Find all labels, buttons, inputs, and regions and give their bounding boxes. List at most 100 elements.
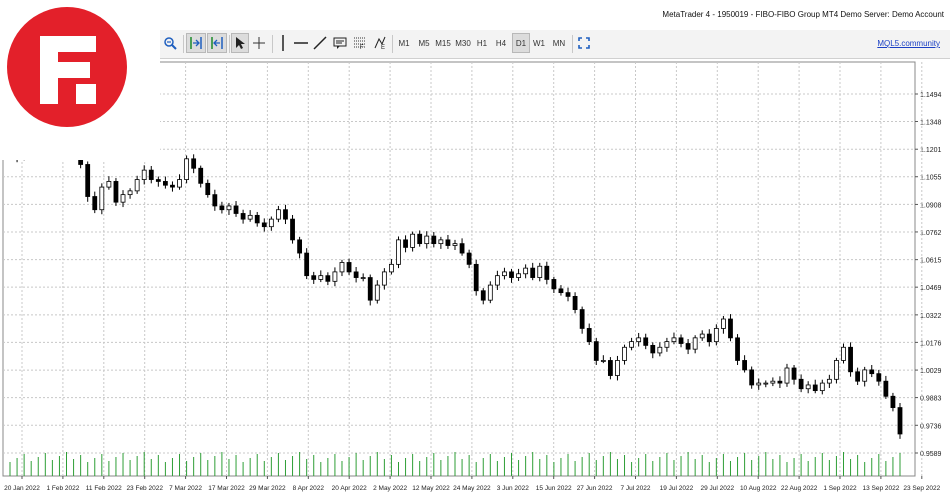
candle-body [530, 267, 536, 278]
fibonacci-icon[interactable]: F [351, 33, 369, 53]
candle-body [826, 378, 832, 384]
candle-body [247, 214, 253, 220]
candle-body [565, 292, 571, 297]
candle-body [466, 252, 472, 265]
candle-body [572, 295, 578, 310]
candle-body [791, 367, 797, 380]
candle-body [678, 337, 684, 344]
candle-body [261, 222, 267, 228]
candle-body [240, 213, 246, 220]
candle-body [784, 367, 790, 384]
fibo-logo-icon [7, 7, 127, 127]
chart-shift-icon[interactable] [207, 33, 227, 53]
y-tick-label: 1.0322 [920, 313, 942, 320]
candle-body [212, 194, 218, 207]
mql5-community-link[interactable]: MQL5.community [877, 39, 940, 48]
fullscreen-icon[interactable] [576, 33, 592, 53]
candle-body [706, 333, 712, 343]
candle-body [728, 318, 733, 339]
candle-body [346, 262, 352, 273]
y-tick-label: 1.1201 [920, 147, 942, 154]
x-tick-label: 24 May 2022 [453, 485, 491, 492]
candle-body [198, 167, 204, 184]
horizontal-line-icon[interactable] [292, 33, 310, 53]
x-tick-label: 23 Sep 2022 [903, 485, 940, 492]
candle-body [600, 360, 606, 362]
candle-body [579, 309, 585, 329]
candle-body [586, 328, 592, 343]
candle-body [636, 337, 642, 343]
timeframe-m5-button[interactable]: M5 [416, 33, 432, 53]
zoom-out-icon[interactable] [160, 33, 180, 53]
x-tick-label: 22 Aug 2022 [781, 485, 818, 492]
y-tick-label: 1.0762 [920, 230, 942, 237]
timeframe-h1-button[interactable]: H1 [474, 33, 490, 53]
x-tick-label: 29 Mar 2022 [249, 485, 286, 492]
y-tick-label: 0.9589 [920, 451, 942, 458]
timeframe-m15-button[interactable]: M15 [434, 33, 452, 53]
x-tick-label: 13 Sep 2022 [862, 485, 899, 492]
timeframe-m30-button[interactable]: M30 [454, 33, 472, 53]
candle-body [685, 343, 691, 350]
candle-body [487, 284, 493, 301]
x-tick-label: 20 Jan 2022 [4, 485, 40, 492]
candle-body [410, 233, 416, 248]
candle-body [304, 252, 310, 277]
timeframe-mn-button[interactable]: MN [550, 33, 568, 53]
candle-body [749, 369, 755, 386]
candle-body [897, 407, 903, 435]
x-tick-label: 27 Jun 2022 [577, 485, 613, 492]
window-title: MetaTrader 4 - 1950019 - FIBO-FIBO Group… [662, 10, 944, 19]
candle-body [184, 158, 189, 180]
candle-body [819, 382, 825, 392]
timeframe-h4-button[interactable]: H4 [493, 33, 509, 53]
x-tick-label: 20 Apr 2022 [332, 485, 367, 492]
candle-body [254, 214, 260, 224]
candle-body [417, 233, 423, 245]
candle-body [735, 337, 740, 361]
x-tick-label: 23 Feb 2022 [126, 485, 163, 492]
toolbar-separator [272, 35, 273, 53]
candle-body [374, 284, 380, 301]
cursor-icon[interactable] [231, 33, 249, 53]
fibo-expansion-icon[interactable]: E [371, 33, 389, 53]
candle-body [389, 263, 394, 273]
auto-scroll-icon[interactable] [186, 33, 206, 53]
vertical-line-icon[interactable] [276, 33, 290, 53]
text-label-icon[interactable] [331, 33, 349, 53]
y-tick-label: 1.0469 [920, 285, 942, 292]
candle-body [424, 235, 430, 245]
candle-body [367, 277, 373, 301]
y-tick-label: 1.1055 [920, 175, 942, 182]
timeframe-w1-button[interactable]: W1 [531, 33, 547, 53]
candle-body [219, 205, 225, 211]
candle-body [770, 380, 776, 384]
candle-body [841, 346, 846, 361]
candle-body [692, 337, 698, 350]
candle-body [890, 395, 896, 408]
candle-body [742, 360, 748, 371]
timeframe-m1-button[interactable]: M1 [396, 33, 412, 53]
candle-body [834, 360, 839, 380]
y-tick-label: 0.9736 [920, 423, 942, 430]
candle-body [516, 273, 521, 278]
x-tick-label: 1 Sep 2022 [823, 485, 857, 492]
candle-body [177, 179, 182, 188]
crosshair-icon[interactable] [250, 33, 268, 53]
y-tick-label: 1.0029 [920, 368, 942, 375]
candle-body [713, 328, 719, 343]
candle-body [268, 218, 274, 228]
candle-body [162, 181, 168, 186]
candle-body [480, 290, 486, 301]
candle-body [431, 235, 437, 245]
trendline-icon[interactable] [311, 33, 329, 53]
candle-body [699, 333, 705, 339]
x-tick-label: 10 Aug 2022 [740, 485, 777, 492]
candle-body [671, 337, 677, 343]
candle-body [233, 205, 239, 214]
candle-body [473, 263, 479, 292]
candle-body [622, 346, 627, 361]
timeframe-d1-button[interactable]: D1 [512, 33, 530, 53]
candle-body [459, 243, 465, 254]
brand-logo [0, 0, 160, 160]
